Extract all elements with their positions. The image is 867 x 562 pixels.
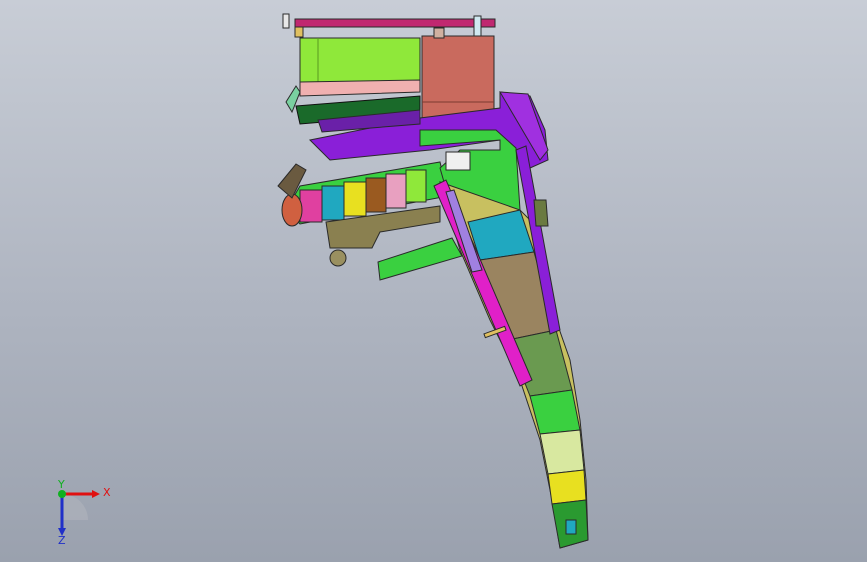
y-axis-dot-icon bbox=[58, 490, 66, 498]
cad-3d-viewport[interactable]: X Y Z bbox=[0, 0, 867, 562]
y-axis-label: Y bbox=[58, 478, 65, 491]
x-axis-label: X bbox=[103, 486, 111, 499]
green-lever[interactable] bbox=[377, 237, 463, 281]
top-bracket[interactable] bbox=[282, 13, 496, 38]
axis-triad: X Y Z bbox=[40, 478, 120, 548]
z-axis-label: Z bbox=[58, 534, 66, 547]
cad-assembly-model[interactable] bbox=[0, 0, 867, 562]
lime-housing[interactable] bbox=[299, 37, 421, 97]
